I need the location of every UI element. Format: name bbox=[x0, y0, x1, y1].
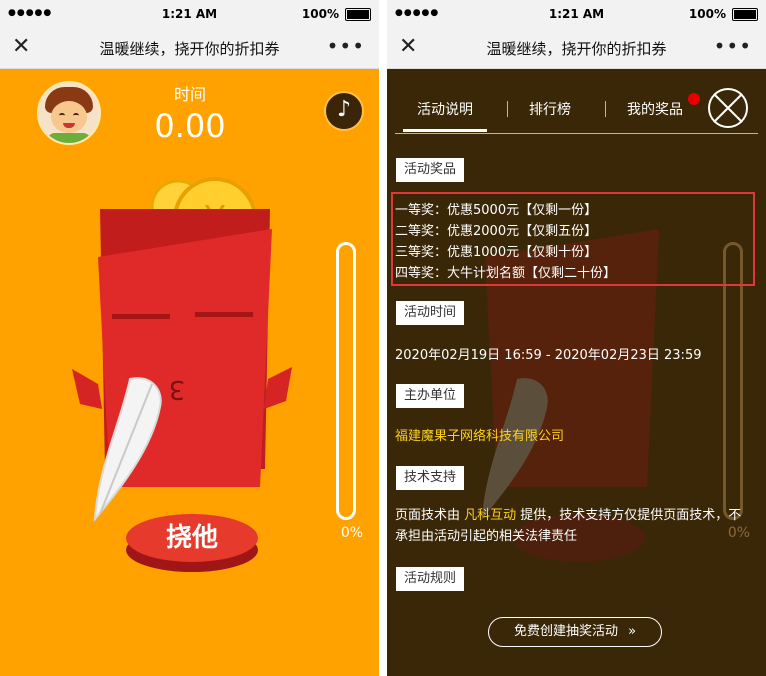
tab-divider bbox=[507, 101, 508, 117]
activity-time-range: 2020年02月19日 16:59 - 2020年02月23日 23:59 bbox=[395, 348, 702, 363]
info-overlay: 0% 活动说明 排行榜 我的奖品 活动奖品 一等奖：优惠5000元【仅剩一份】 … bbox=[387, 69, 766, 676]
close-icon[interactable]: ✕ bbox=[399, 34, 417, 59]
tab-activity-info[interactable]: 活动说明 bbox=[403, 99, 487, 132]
red-envelope-illustration: ¥ 3 bbox=[72, 177, 292, 522]
more-icon[interactable]: ••• bbox=[327, 34, 365, 58]
support-description: 页面技术由 凡科互动 提供，技术支持方仅提供页面技术，不承担由活动引起的相关法律… bbox=[395, 505, 751, 547]
create-activity-button[interactable]: 免费创建抽奖活动 » bbox=[488, 617, 662, 647]
prize-line: 一等奖：优惠5000元【仅剩一份】 bbox=[395, 203, 598, 218]
section-label-rules: 活动规则 bbox=[396, 567, 465, 591]
status-bar: ●●●●● 1:21 AM 100% bbox=[0, 0, 379, 28]
music-note-icon[interactable]: ♪ bbox=[324, 91, 364, 131]
prize-line: 二等奖：优惠2000元【仅剩五份】 bbox=[395, 224, 598, 239]
more-icon[interactable]: ••• bbox=[714, 34, 752, 58]
section-label-organizer: 主办单位 bbox=[396, 384, 465, 408]
notification-dot bbox=[688, 93, 700, 105]
envelope-mouth: 3 bbox=[169, 374, 186, 404]
tab-bar: 活动说明 排行榜 我的奖品 bbox=[395, 87, 758, 134]
battery-percent: 100% bbox=[301, 7, 339, 21]
game-area: 时间 0.00 ♪ ¥ 3 bbox=[0, 69, 379, 676]
prize-line: 四等奖：大牛计划名额【仅剩二十份】 bbox=[395, 266, 617, 281]
prize-line: 三等奖：优惠1000元【仅剩十份】 bbox=[395, 245, 598, 260]
progress-bar bbox=[336, 242, 356, 520]
section-label-support: 技术支持 bbox=[396, 466, 465, 490]
status-bar: ●●●●● 1:21 AM 100% bbox=[387, 0, 766, 28]
organizer-name: 福建魔果子网络科技有限公司 bbox=[395, 429, 565, 444]
game-screen: ●●●●● 1:21 AM 100% ✕ 温暖继续，挠开你的折扣券 ••• 时间… bbox=[0, 0, 379, 676]
battery-icon bbox=[345, 8, 371, 21]
battery-icon bbox=[732, 8, 758, 21]
support-link[interactable]: 凡科互动 bbox=[464, 508, 516, 523]
avatar[interactable] bbox=[37, 81, 101, 145]
nav-bar: ✕ 温暖继续，挠开你的折扣券 ••• bbox=[387, 28, 766, 69]
tap-button[interactable]: 挠他 bbox=[126, 514, 258, 572]
close-icon[interactable]: ✕ bbox=[12, 34, 30, 59]
battery-percent: 100% bbox=[688, 7, 726, 21]
timer-label: 时间 bbox=[173, 85, 206, 104]
double-chevron-right-icon: » bbox=[628, 624, 637, 639]
timer-value: 0.00 bbox=[154, 107, 226, 145]
tab-divider bbox=[605, 101, 606, 117]
section-label-time: 活动时间 bbox=[396, 301, 465, 325]
page-title: 温暖继续，挠开你的折扣券 bbox=[99, 40, 280, 58]
create-button-label: 免费创建抽奖活动 bbox=[513, 624, 618, 639]
activity-info-screen: ●●●●● 1:21 AM 100% ✕ 温暖继续，挠开你的折扣券 ••• 0%… bbox=[387, 0, 766, 676]
tab-leaderboard[interactable]: 排行榜 bbox=[529, 99, 571, 119]
support-prefix: 页面技术由 bbox=[395, 508, 465, 523]
tap-button-label: 挠他 bbox=[126, 514, 258, 562]
nav-bar: ✕ 温暖继续，挠开你的折扣券 ••• bbox=[0, 28, 379, 69]
tab-my-prizes[interactable]: 我的奖品 bbox=[627, 99, 683, 119]
page-title: 温暖继续，挠开你的折扣券 bbox=[486, 40, 667, 58]
close-circle-icon[interactable] bbox=[708, 88, 748, 128]
progress-label: 0% bbox=[340, 525, 364, 541]
section-label-prizes: 活动奖品 bbox=[396, 158, 465, 182]
